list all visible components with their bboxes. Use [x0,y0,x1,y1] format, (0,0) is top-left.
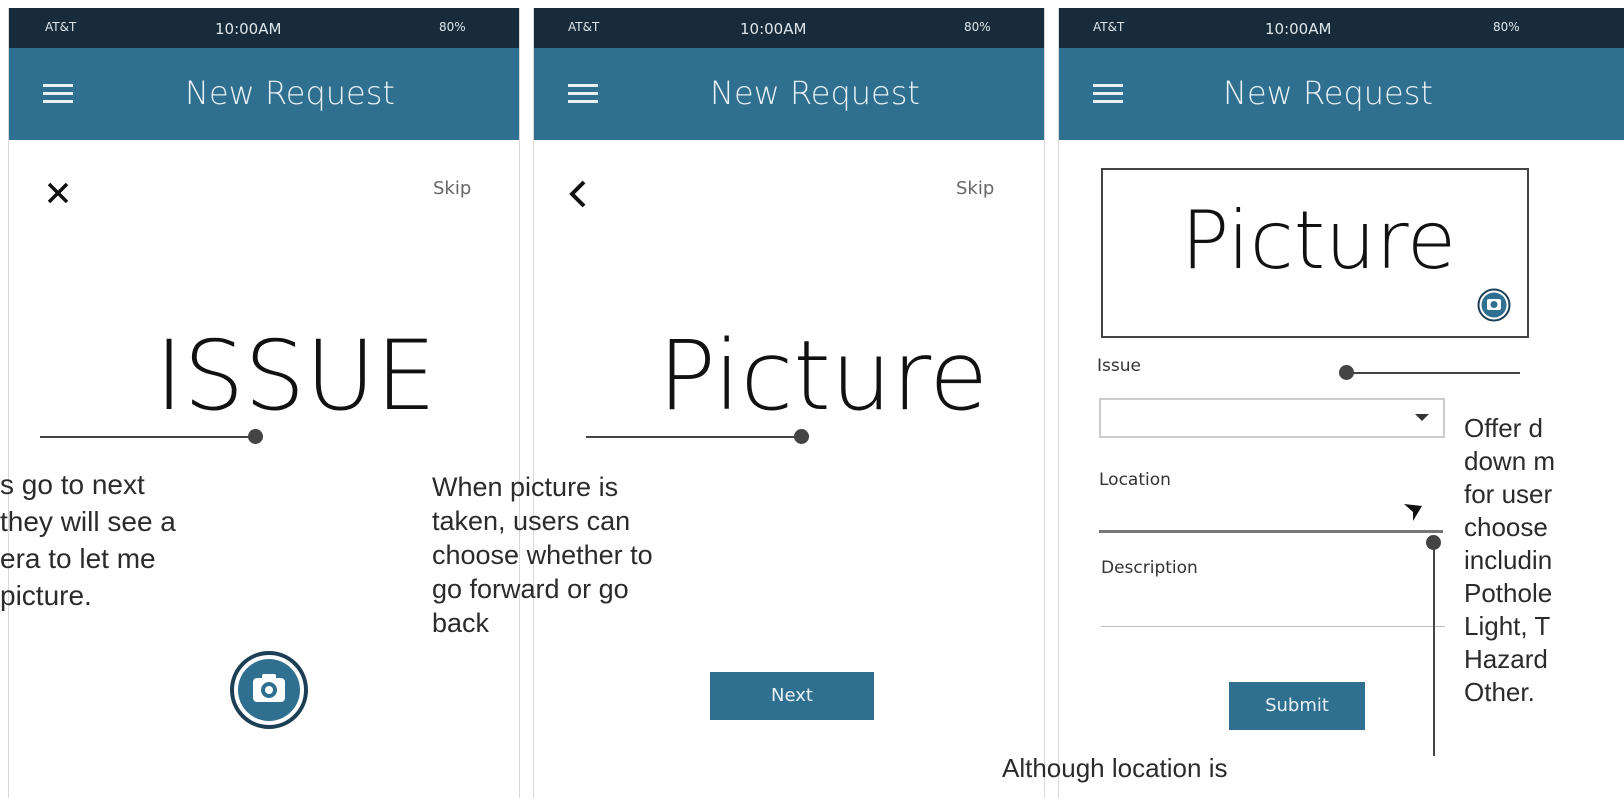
issue-dropdown[interactable] [1099,398,1445,438]
battery-level: 80% [439,20,466,34]
skip-link[interactable]: Skip [433,178,471,199]
note-line: Pothole [1464,578,1553,608]
note-line: taken, users can [432,506,631,536]
note-line: When picture is [432,472,619,502]
carrier-label: AT&T [568,20,600,34]
annotation-picture-note: When picture is taken, users can choose … [432,470,653,640]
status-bar: AT&T 10:00AM 80% [1059,8,1624,48]
connector-line [1433,542,1435,756]
note-line: back [432,608,490,638]
status-bar: AT&T 10:00AM 80% [9,8,519,48]
note-line: they will see a [0,506,176,537]
camera-icon[interactable] [1477,288,1511,322]
location-arrow-icon[interactable] [1403,502,1423,522]
location-label: Location [1099,470,1171,490]
connector-line [40,436,256,438]
connector-dot [794,429,809,444]
skip-link[interactable]: Skip [956,178,994,199]
connector-dot [248,429,263,444]
description-label: Description [1101,558,1198,578]
next-button[interactable]: Next [710,672,874,720]
note-line: for user [1464,479,1553,509]
issue-label: Issue [1097,356,1141,376]
page-title: New Request [710,74,920,112]
hamburger-menu-icon[interactable] [568,84,598,104]
phone-screen-picture: AT&T 10:00AM 80% New Request Skip Pictur… [533,8,1045,798]
page-title: New Request [1223,74,1433,112]
description-field[interactable] [1101,580,1445,627]
annotation-location-note: Although location is [1002,753,1228,783]
hamburger-menu-icon[interactable] [1093,84,1123,104]
status-bar: AT&T 10:00AM 80% [534,8,1044,48]
picture-placeholder: Picture [1181,194,1457,287]
screen-heading: Picture [658,320,989,432]
app-header: New Request [534,48,1044,140]
note-line: go forward or go [432,574,629,604]
chevron-down-icon [1415,414,1429,421]
carrier-label: AT&T [45,20,77,34]
clock: 10:00AM [1265,20,1332,38]
note-line: down m [1464,446,1556,476]
note-line: Light, T [1464,611,1551,641]
annotation-issue-note: s go to next they will see a era to let … [0,466,176,614]
note-line: Offer d [1464,413,1544,443]
note-line: Other. [1464,677,1535,707]
note-line: s go to next [0,469,145,500]
note-line: includin [1464,545,1553,575]
annotation-dropdown-note: Offer d down m for user choose includin … [1464,412,1555,709]
note-line: choose [1464,512,1548,542]
connector-line [1346,372,1520,374]
note-line: picture. [0,580,92,611]
clock: 10:00AM [740,20,807,38]
screen-heading: ISSUE [155,320,437,432]
picture-frame[interactable]: Picture [1101,168,1529,338]
hamburger-menu-icon[interactable] [43,84,73,104]
close-icon[interactable] [45,180,71,206]
camera-icon[interactable] [229,650,309,730]
page-title: New Request [185,74,395,112]
carrier-label: AT&T [1093,20,1125,34]
note-line: Hazard [1464,644,1548,674]
note-line: choose whether to [432,540,653,570]
battery-level: 80% [964,20,991,34]
location-field[interactable] [1099,496,1443,533]
phone-screen-issue: AT&T 10:00AM 80% New Request Skip ISSUE [8,8,520,798]
connector-line [586,436,802,438]
submit-button[interactable]: Submit [1229,682,1365,730]
clock: 10:00AM [215,20,282,38]
note-line: era to let me [0,543,156,574]
app-header: New Request [1059,48,1624,140]
battery-level: 80% [1493,20,1520,34]
back-chevron-icon[interactable] [566,178,590,210]
app-header: New Request [9,48,519,140]
